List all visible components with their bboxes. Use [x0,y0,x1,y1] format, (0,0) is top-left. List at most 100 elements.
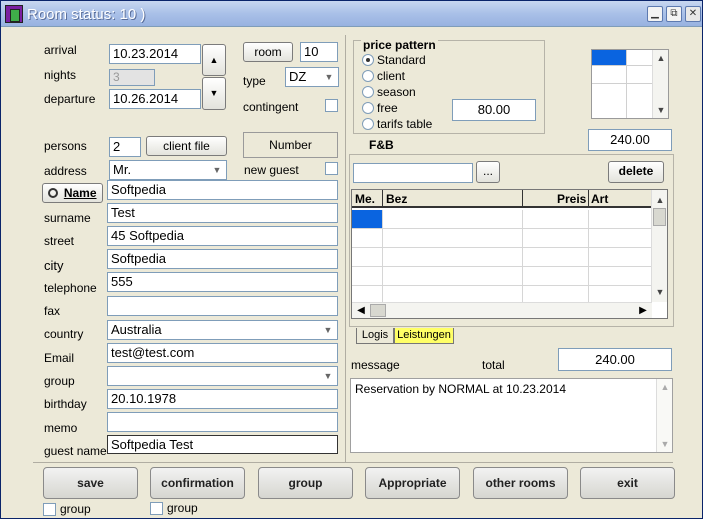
email-field[interactable]: test@test.com [107,343,338,363]
price-option-tarifs-table[interactable]: tarifs table [362,116,432,132]
fax-field[interactable] [107,296,338,316]
column-art[interactable]: Art [591,192,608,206]
service-search-field[interactable] [353,163,473,183]
radio-icon [362,86,374,98]
table-row[interactable] [352,210,651,229]
column-bez[interactable]: Bez [386,192,407,206]
arrival-field[interactable]: 10.23.2014 [109,44,201,64]
scroll-left-icon[interactable]: ◀ [354,303,368,319]
window-title: Room status: 10 ) [27,6,146,23]
column-divider [345,35,346,463]
chevron-down-icon[interactable]: ▼ [209,162,225,178]
message-textarea[interactable]: Reservation by NORMAL at 10.23.2014 ▲ ▼ [350,378,673,453]
chevron-down-icon[interactable]: ▼ [320,368,336,384]
price-option-client[interactable]: client [362,68,432,84]
message-text: Reservation by NORMAL at 10.23.2014 [355,382,567,396]
price-option-standard[interactable]: Standard [362,52,432,68]
exit-button[interactable]: exit [580,467,675,499]
small-grid-selected-cell[interactable] [592,50,626,65]
room-number-field[interactable]: 10 [300,42,338,62]
services-horizontal-scrollbar[interactable]: ◀ ▶ [352,302,652,318]
group-checkbox-1[interactable] [43,503,56,516]
hscroll-thumb[interactable] [370,304,386,317]
scroll-up-icon[interactable]: ▲ [657,379,673,395]
client-file-button[interactable]: client file [146,136,227,156]
price-option-free[interactable]: free [362,100,432,116]
message-scrollbar[interactable]: ▲ ▼ [656,379,672,452]
scroll-right-icon[interactable]: ▶ [636,303,650,319]
chevron-down-icon[interactable]: ▼ [321,69,337,85]
tab-logis[interactable]: Logis [356,328,394,344]
date-spin-down-button[interactable]: ▼ [202,77,226,110]
tab-leistungen[interactable]: Leistungen [394,328,454,344]
group-label: group [44,374,75,388]
header-divider [382,190,383,208]
services-vertical-scrollbar[interactable]: ▲ ▼ [651,190,667,302]
group-button[interactable]: group [258,467,353,499]
table-row[interactable] [352,229,651,248]
scroll-down-icon[interactable]: ▼ [653,102,669,118]
small-grid-scrollbar[interactable]: ▲ ▼ [652,50,668,118]
new-guest-checkbox[interactable] [325,162,338,175]
services-grid[interactable]: Me. Bez Preis Art ▲ ▼ ◀ ▶ [351,189,668,319]
scroll-up-icon[interactable]: ▲ [653,50,669,66]
column-me[interactable]: Me. [355,192,375,206]
price-amount-field[interactable]: 80.00 [452,99,536,121]
telephone-field[interactable]: 555 [107,272,338,292]
address-combo[interactable]: Mr. ▼ [109,160,227,180]
surname-field[interactable]: Test [107,203,338,223]
scroll-down-icon[interactable]: ▼ [657,436,673,452]
save-button[interactable]: save [43,467,138,499]
small-grid[interactable]: ▲ ▼ [591,49,669,119]
name-field[interactable]: Softpedia [107,180,338,200]
title-bar[interactable]: Room status: 10 ) ▁ ⧉ ✕ [1,1,702,27]
room-button[interactable]: room [243,42,293,62]
confirmation-button[interactable]: confirmation [150,467,245,499]
maximize-button[interactable]: ⧉ [666,6,682,22]
surname-label: surname [44,211,91,225]
close-button[interactable]: ✕ [685,6,701,22]
group-combo[interactable]: ▼ [107,366,338,386]
memo-field[interactable] [107,412,338,432]
table-row[interactable] [352,248,651,267]
minimize-button[interactable]: ▁ [647,6,663,22]
birthday-field[interactable]: 20.10.1978 [107,389,338,409]
departure-field[interactable]: 10.26.2014 [109,89,201,109]
name-button[interactable]: Name [42,183,103,203]
telephone-label: telephone [44,281,97,295]
contingent-label: contingent [243,100,299,114]
group-checkbox-2-label: group [167,501,198,515]
scroll-up-icon[interactable]: ▲ [652,192,668,208]
scroll-thumb[interactable] [653,208,666,226]
fax-label: fax [44,304,61,318]
price-option-season[interactable]: season [362,84,432,100]
other-rooms-button[interactable]: other rooms [473,467,568,499]
delete-button[interactable]: delete [608,161,664,183]
type-combo[interactable]: DZ ▼ [285,67,339,87]
contingent-checkbox[interactable] [325,99,338,112]
table-row[interactable] [352,267,651,286]
browse-button[interactable]: ... [476,161,500,183]
city-label: city [44,258,64,273]
country-combo[interactable]: Australia ▼ [107,320,338,340]
birthday-label: birthday [44,397,87,411]
guest-name-field[interactable]: Softpedia Test [107,435,338,454]
email-label: Email [44,351,75,365]
app-icon [5,5,23,23]
name-button-label: Name [63,186,97,200]
radio-icon [362,102,374,114]
price-pattern-title: price pattern [361,38,438,52]
total-amount-field[interactable]: 240.00 [558,348,672,371]
column-preis[interactable]: Preis [557,192,586,206]
room-status-window: Room status: 10 ) ▁ ⧉ ✕ arrival 10.23.20… [0,0,703,519]
city-field[interactable]: Softpedia [107,249,338,269]
group-checkbox-2[interactable] [150,502,163,515]
chevron-down-icon[interactable]: ▼ [320,322,336,338]
appropriate-button[interactable]: Appropriate [365,467,460,499]
street-field[interactable]: 45 Softpedia [107,226,338,246]
total-label: total [482,358,505,372]
date-spin-up-button[interactable]: ▲ [202,44,226,76]
persons-field[interactable]: 2 [109,137,141,157]
scroll-down-icon[interactable]: ▼ [652,284,668,300]
fb-amount-field[interactable]: 240.00 [588,129,672,151]
